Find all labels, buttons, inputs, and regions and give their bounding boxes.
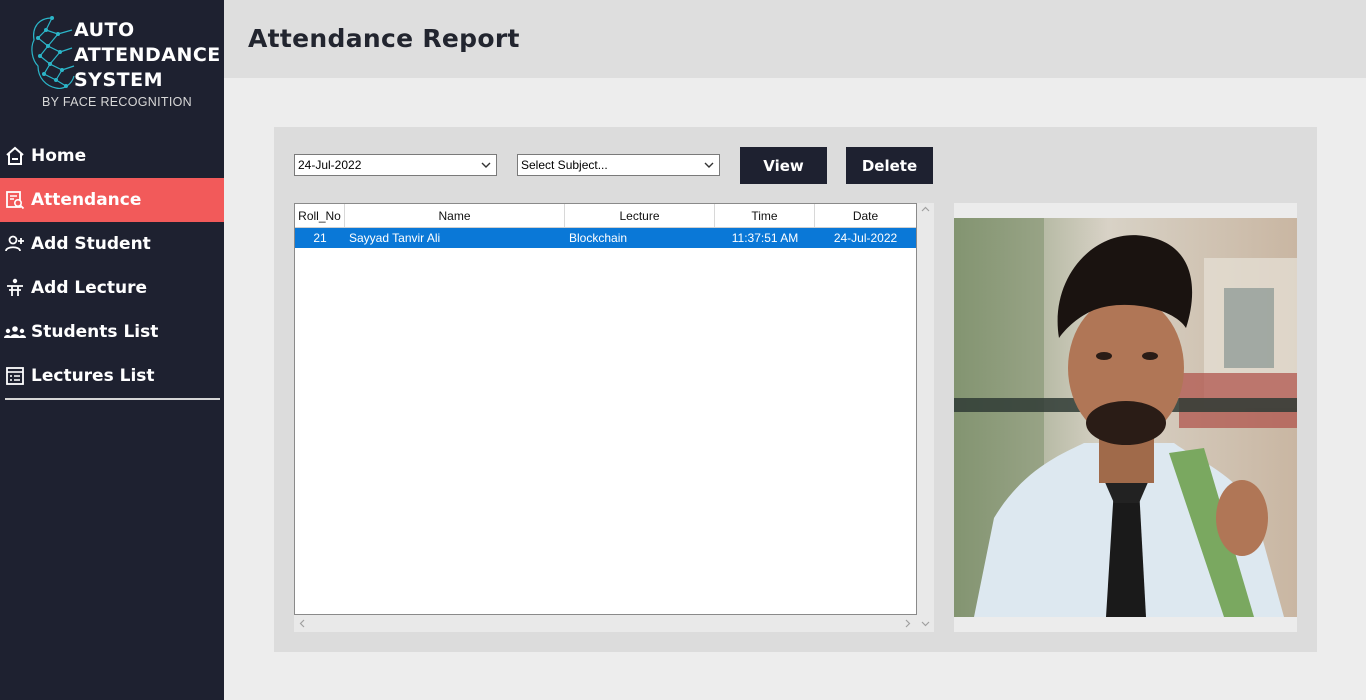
sidebar-item-label: Attendance <box>31 190 142 210</box>
sidebar-item-label: Lectures List <box>31 366 155 386</box>
subject-select-value: Select Subject... <box>521 158 608 172</box>
cell-lecture: Blockchain <box>569 231 628 245</box>
column-header-name[interactable]: Name <box>345 204 565 227</box>
scroll-up-icon[interactable] <box>921 205 930 217</box>
cell-date: 24-Jul-2022 <box>833 231 898 245</box>
chevron-down-icon <box>703 158 715 172</box>
cell-name: Sayyad Tanvir Ali <box>349 231 441 245</box>
cell-roll-no: 21 <box>313 231 327 245</box>
attendance-table: Roll_No Name Lecture Time Date 21 Sayyad… <box>294 203 917 615</box>
chevron-down-icon <box>480 158 492 172</box>
column-header-date[interactable]: Date <box>815 204 916 227</box>
logo-subtitle: BY FACE RECOGNITION <box>42 95 192 109</box>
list-icon <box>4 365 26 387</box>
column-header-time[interactable]: Time <box>715 204 815 227</box>
view-button[interactable]: View <box>740 147 827 184</box>
subject-select[interactable]: Select Subject... <box>517 154 720 176</box>
sidebar-item-lectures-list[interactable]: Lectures List <box>0 354 224 398</box>
scroll-left-icon[interactable] <box>298 619 307 631</box>
sidebar-item-label: Add Student <box>31 234 151 254</box>
horizontal-scrollbar[interactable] <box>294 615 917 632</box>
table-row[interactable]: 21 Sayyad Tanvir Ali Blockchain 11:37:51… <box>295 228 916 248</box>
sidebar-item-home[interactable]: Home <box>0 134 224 178</box>
sidebar-item-label: Students List <box>31 322 159 342</box>
app-logo: AUTO ATTENDANCE SYSTEM BY FACE RECOGNITI… <box>28 14 220 114</box>
lecture-desk-icon <box>4 277 26 299</box>
student-photo <box>954 218 1297 617</box>
add-user-icon <box>4 233 26 255</box>
page-header: Attendance Report <box>224 0 1366 78</box>
sidebar-nav: Home Attendance Add Student Add Lecture … <box>0 134 224 400</box>
column-header-roll-no[interactable]: Roll_No <box>295 204 345 227</box>
group-icon <box>4 321 26 343</box>
page-title: Attendance Report <box>248 24 520 53</box>
scroll-right-icon[interactable] <box>903 619 912 631</box>
sidebar-item-label: Add Lecture <box>31 278 147 298</box>
vertical-scrollbar[interactable] <box>917 203 934 632</box>
column-header-lecture[interactable]: Lecture <box>565 204 715 227</box>
attendance-search-icon <box>4 189 26 211</box>
sidebar-divider <box>5 398 220 400</box>
date-picker-value: 24-Jul-2022 <box>298 158 362 172</box>
logo-title: AUTO ATTENDANCE SYSTEM <box>74 19 221 91</box>
sidebar-item-label: Home <box>31 146 87 166</box>
scroll-down-icon[interactable] <box>921 619 930 631</box>
home-icon <box>4 145 26 167</box>
brain-network-icon <box>31 16 75 89</box>
delete-button[interactable]: Delete <box>846 147 933 184</box>
cell-time: 11:37:51 AM <box>731 231 799 245</box>
sidebar-item-add-student[interactable]: Add Student <box>0 222 224 266</box>
table-header: Roll_No Name Lecture Time Date <box>295 204 916 228</box>
sidebar-item-add-lecture[interactable]: Add Lecture <box>0 266 224 310</box>
sidebar-item-attendance[interactable]: Attendance <box>0 178 224 222</box>
sidebar-item-students-list[interactable]: Students List <box>0 310 224 354</box>
sidebar: AUTO ATTENDANCE SYSTEM BY FACE RECOGNITI… <box>0 0 224 700</box>
date-picker[interactable]: 24-Jul-2022 <box>294 154 497 176</box>
